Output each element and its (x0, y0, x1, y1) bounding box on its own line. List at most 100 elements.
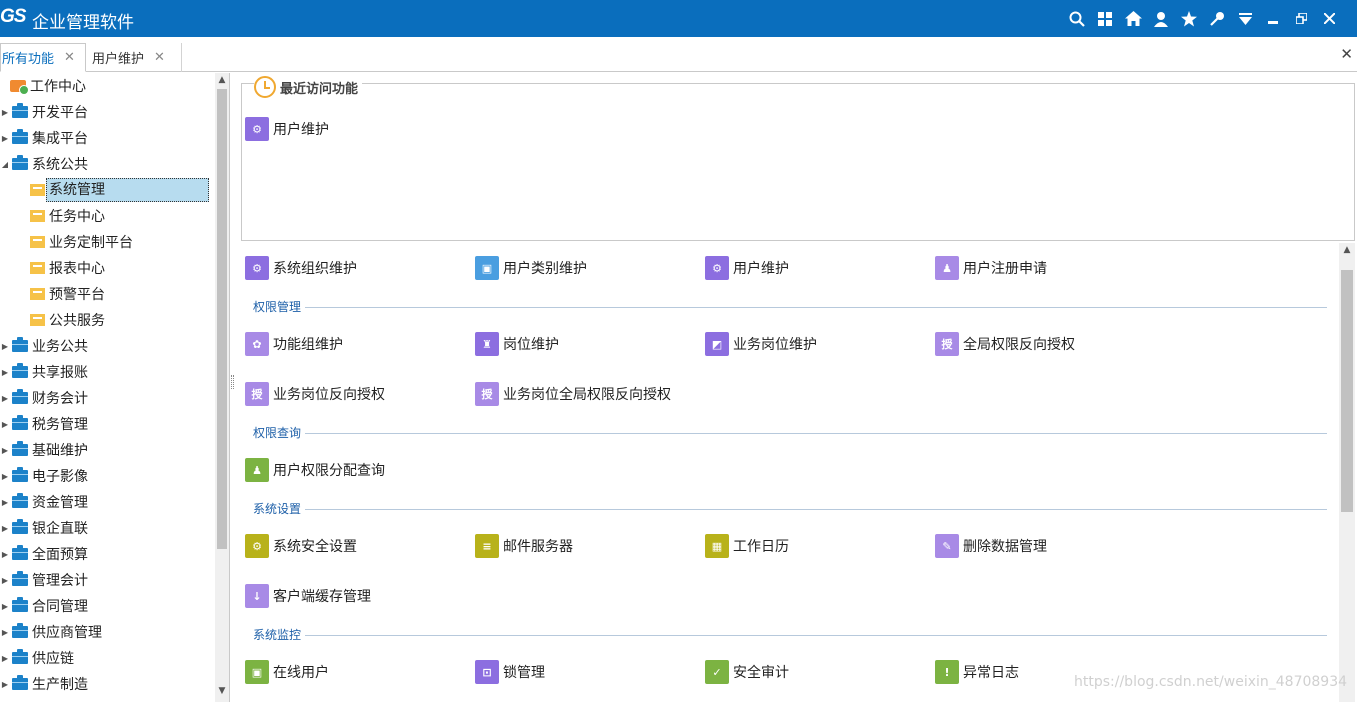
function-item[interactable]: 授全局权限反向授权 (935, 331, 1075, 357)
scrollbar-thumb[interactable] (1341, 270, 1353, 512)
tree-item[interactable]: 基础维护 (12, 438, 88, 462)
tree-item[interactable]: 管理会计 (12, 568, 88, 592)
function-item[interactable]: ≡ 邮件服务器 (475, 533, 573, 559)
function-item[interactable]: ⚙ 用户维护 (705, 255, 789, 281)
folder-icon (12, 571, 28, 586)
restore-icon[interactable] (1287, 0, 1315, 37)
tree-item-public-service[interactable]: 公共服务 (30, 308, 105, 332)
collapse-arrow-icon[interactable]: ◢ (0, 152, 10, 176)
tree-item-report-center[interactable]: 报表中心 (30, 256, 105, 280)
panel-splitter[interactable] (231, 375, 234, 389)
tree-item[interactable]: 税务管理 (12, 412, 88, 436)
main-scrollbar[interactable]: ▲ (1339, 243, 1355, 702)
tree-item[interactable]: 生产制造 (12, 672, 88, 696)
tree-item-system-public[interactable]: 系统公共 (12, 152, 88, 176)
tree-item-task-center[interactable]: 任务中心 (30, 204, 105, 228)
function-item[interactable]: ♜ 岗位维护 (475, 331, 559, 357)
tree-item[interactable]: 合同管理 (12, 594, 88, 618)
folder-icon (12, 441, 28, 456)
expand-arrow-icon[interactable]: ▶ (0, 594, 10, 618)
key-icon[interactable] (1203, 0, 1231, 37)
tab-label: 所有功能 (2, 52, 55, 67)
function-item[interactable]: ↓ 客户端缓存管理 (245, 583, 371, 609)
expand-arrow-icon[interactable]: ▶ (0, 438, 10, 462)
function-icon: 授 (475, 382, 499, 406)
function-tree: 工作中心 ▶ 开发平台 ▶ 集成平台 ◢ 系统公共 系统管理 任务中心 业务定制… (0, 73, 230, 702)
folder-icon (12, 389, 28, 404)
tree-item-biz-custom[interactable]: 业务定制平台 (30, 230, 133, 254)
function-item[interactable]: 授业务岗位反向授权 (245, 381, 385, 407)
tree-item-work-center[interactable]: 工作中心 (10, 74, 86, 98)
expand-arrow-icon[interactable]: ▶ (0, 646, 10, 670)
tab-close-icon[interactable]: ✕ (64, 50, 75, 65)
tree-item[interactable]: 全面预算 (12, 542, 88, 566)
function-icon: ✎ (935, 534, 959, 558)
expand-arrow-icon[interactable]: ▶ (0, 126, 10, 150)
home-icon[interactable] (1119, 0, 1147, 37)
expand-arrow-icon[interactable]: ▶ (0, 334, 10, 358)
function-item[interactable]: ◩ 业务岗位维护 (705, 331, 817, 357)
function-item[interactable]: ✓ 安全审计 (705, 659, 789, 685)
tree-item[interactable]: 供应链 (12, 646, 74, 670)
folder-icon (30, 314, 45, 326)
folder-icon (12, 675, 28, 690)
function-item[interactable]: ✎ 删除数据管理 (935, 533, 1047, 559)
function-item[interactable]: ▣ 用户类别维护 (475, 255, 587, 281)
folder-icon (30, 184, 45, 196)
tab-user-maintenance[interactable]: 用户维护 ✕ (86, 43, 182, 72)
tree-item[interactable]: 供应商管理 (12, 620, 102, 644)
scroll-up-icon[interactable]: ▲ (215, 75, 229, 89)
close-icon[interactable] (1315, 0, 1343, 37)
tree-item-integration[interactable]: 集成平台 (12, 126, 88, 150)
tree-item[interactable]: 电子影像 (12, 464, 88, 488)
expand-arrow-icon[interactable]: ▶ (0, 360, 10, 384)
tree-item-system-mgmt[interactable]: 系统管理 (30, 178, 209, 202)
tab-all-functions[interactable]: 所有功能 ✕ (0, 43, 86, 72)
expand-arrow-icon[interactable]: ▶ (0, 620, 10, 644)
tree-item[interactable]: 财务会计 (12, 386, 88, 410)
tree-item-dev-platform[interactable]: 开发平台 (12, 100, 88, 124)
function-item[interactable]: ✿ 功能组维护 (245, 331, 343, 357)
recent-item-user-maintenance[interactable]: ⚙ 用户维护 (245, 116, 329, 142)
folder-icon (12, 129, 28, 144)
tree-item-alert-platform[interactable]: 预警平台 (30, 282, 105, 306)
search-icon[interactable] (1063, 0, 1091, 37)
function-item[interactable]: ⚙ 系统组织维护 (245, 255, 357, 281)
function-item[interactable]: ! 异常日志 (935, 659, 1019, 685)
scrollbar-thumb[interactable] (217, 89, 227, 549)
sidebar-scrollbar[interactable]: ▲ ▼ (215, 73, 229, 702)
scroll-down-icon[interactable]: ▼ (215, 686, 229, 700)
expand-arrow-icon[interactable]: ▶ (0, 568, 10, 592)
expand-arrow-icon[interactable]: ▶ (0, 672, 10, 696)
tab-close-icon[interactable]: ✕ (154, 50, 165, 65)
tree-item[interactable]: 共享报账 (12, 360, 88, 384)
user-icon[interactable] (1147, 0, 1175, 37)
function-item[interactable]: ⊡ 锁管理 (475, 659, 545, 685)
tree-item[interactable]: 资金管理 (12, 490, 88, 514)
section-title: 系统监控 (253, 628, 302, 642)
close-all-tabs-icon[interactable]: ✕ (1340, 45, 1353, 63)
function-item[interactable]: ♟ 用户权限分配查询 (245, 457, 385, 483)
expand-arrow-icon[interactable]: ▶ (0, 490, 10, 514)
function-item[interactable]: ▣ 在线用户 (245, 659, 329, 685)
expand-arrow-icon[interactable]: ▶ (0, 100, 10, 124)
function-icon: ⚙ (245, 534, 269, 558)
tree-item[interactable]: 银企直联 (12, 516, 88, 540)
function-item[interactable]: ♟ 用户注册申请 (935, 255, 1047, 281)
function-item[interactable]: 授业务岗位全局权限反向授权 (475, 381, 671, 407)
star-icon[interactable] (1175, 0, 1203, 37)
function-icon: ✓ (705, 660, 729, 684)
dropdown-icon[interactable] (1231, 0, 1259, 37)
expand-arrow-icon[interactable]: ▶ (0, 464, 10, 488)
function-item[interactable]: ▦ 工作日历 (705, 533, 789, 559)
expand-arrow-icon[interactable]: ▶ (0, 516, 10, 540)
expand-arrow-icon[interactable]: ▶ (0, 386, 10, 410)
expand-arrow-icon[interactable]: ▶ (0, 542, 10, 566)
expand-arrow-icon[interactable]: ▶ (0, 412, 10, 436)
function-item[interactable]: ⚙ 系统安全设置 (245, 533, 357, 559)
tree-item[interactable]: 业务公共 (12, 334, 88, 358)
minimize-icon[interactable] (1259, 0, 1287, 37)
grid-icon[interactable] (1091, 0, 1119, 37)
folder-icon (12, 337, 28, 352)
scroll-up-icon[interactable]: ▲ (1339, 245, 1355, 255)
